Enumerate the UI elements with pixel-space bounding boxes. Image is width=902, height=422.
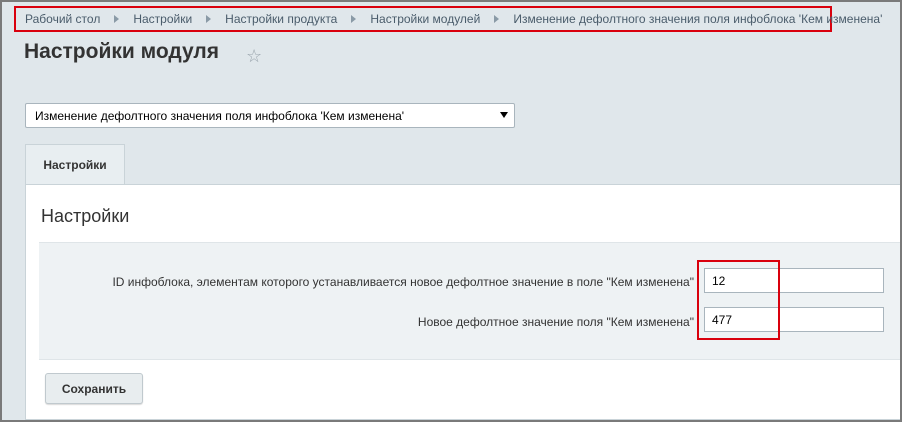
breadcrumb-separator-icon — [351, 15, 357, 23]
save-button[interactable]: Сохранить — [45, 373, 143, 404]
input-highlight-box — [697, 260, 780, 340]
breadcrumb-item-product-settings[interactable]: Настройки продукта — [225, 12, 337, 26]
panel-title: Настройки — [41, 206, 130, 226]
module-select[interactable]: Изменение дефолтного значения поля инфоб… — [25, 103, 515, 128]
default-value-label: Новое дефолтное значение поля "Кем измен… — [417, 315, 694, 329]
breadcrumb-item-settings[interactable]: Настройки — [133, 12, 192, 26]
app-frame: Рабочий стол Настройки Настройки продукт… — [0, 0, 902, 422]
breadcrumb-item-current[interactable]: Изменение дефолтного значения поля инфоб… — [513, 12, 882, 26]
tab-settings[interactable]: Настройки — [25, 144, 125, 185]
chevron-down-icon — [500, 112, 508, 118]
page-title: Настройки модуля — [24, 40, 220, 63]
iblock-id-label: ID инфоблока, элементам которого устанав… — [112, 275, 694, 289]
breadcrumb-separator-icon — [494, 15, 500, 23]
breadcrumb-item-desktop[interactable]: Рабочий стол — [25, 12, 100, 26]
breadcrumb-separator-icon — [206, 15, 212, 23]
breadcrumb-separator-icon — [114, 15, 120, 23]
module-select-value: Изменение дефолтного значения поля инфоб… — [35, 108, 405, 123]
breadcrumb: Рабочий стол Настройки Настройки продукт… — [14, 6, 882, 32]
breadcrumb-item-module-settings[interactable]: Настройки модулей — [370, 12, 480, 26]
star-icon[interactable]: ☆ — [246, 46, 262, 67]
